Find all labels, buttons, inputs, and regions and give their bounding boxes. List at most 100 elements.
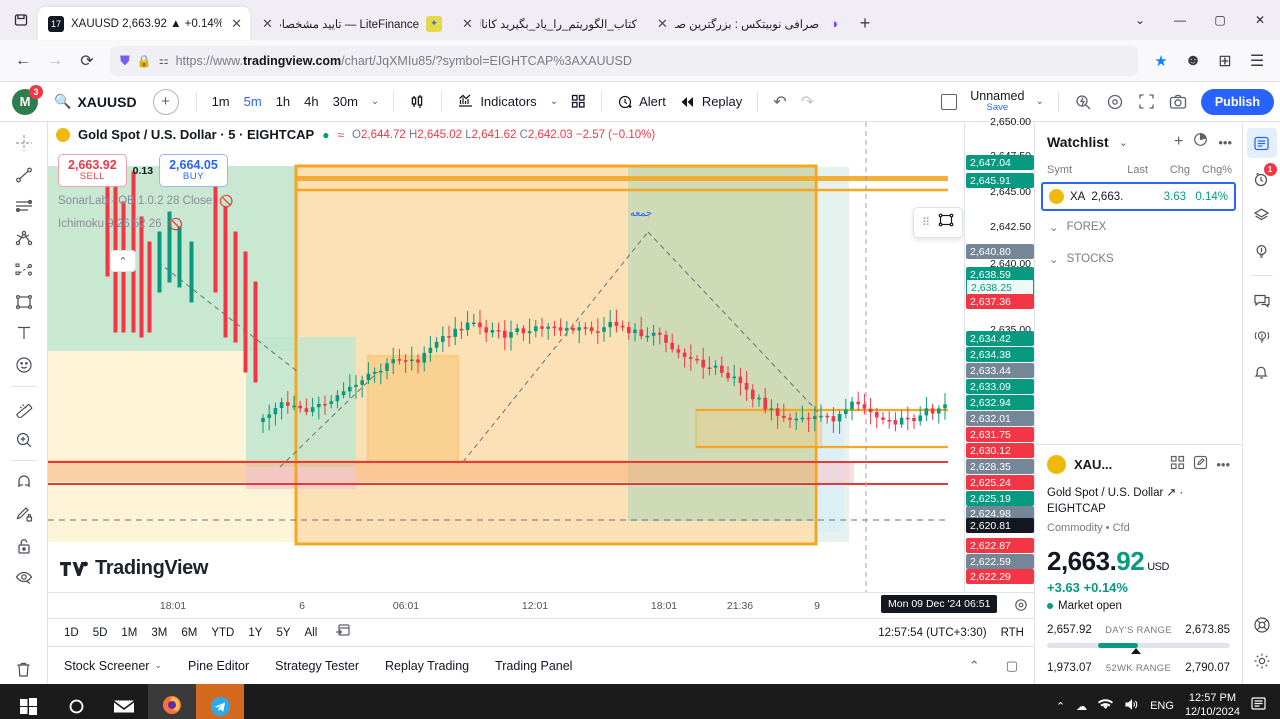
range-button-1d[interactable]: 1D xyxy=(58,624,85,642)
trend-line-icon[interactable] xyxy=(7,160,41,190)
horizontal-lines-icon[interactable] xyxy=(7,192,41,222)
publish-button[interactable]: Publish xyxy=(1200,88,1274,115)
chevron-down-icon[interactable]: ⌄ xyxy=(366,96,384,107)
replay-button[interactable]: Replay xyxy=(674,90,748,113)
watchlist-row-xauusd[interactable]: XA 2,663. 3.63 0.14% xyxy=(1041,182,1236,211)
cross-cursor-icon[interactable] xyxy=(7,128,41,158)
notifications-bell-icon[interactable] xyxy=(1247,357,1277,387)
layers-icon[interactable] xyxy=(1247,200,1277,230)
details-more-icon[interactable]: ••• xyxy=(1216,457,1230,472)
volume-icon[interactable] xyxy=(1124,698,1139,714)
gann-fan-icon[interactable] xyxy=(7,255,41,285)
range-button-5y[interactable]: 5Y xyxy=(270,624,296,642)
timeframe-1m[interactable]: 1m xyxy=(206,90,236,113)
shield-icon[interactable]: ⛊ xyxy=(120,53,130,69)
maximize-panel-icon[interactable]: ▢ xyxy=(1006,658,1018,674)
details-grid-icon[interactable] xyxy=(1170,455,1185,475)
expand-panel-icon[interactable]: ⌃ xyxy=(969,658,980,674)
account-icon[interactable]: ☻ xyxy=(1178,46,1208,76)
lock-icon[interactable]: 🔒 xyxy=(137,54,152,68)
onedrive-icon[interactable]: ☁ xyxy=(1076,700,1087,713)
time-scale-settings-icon[interactable] xyxy=(1014,598,1028,617)
fullscreen-icon[interactable] xyxy=(1132,89,1161,114)
drawing-float-toolbar[interactable]: ⠿ xyxy=(913,207,964,238)
session-label[interactable]: RTH xyxy=(1001,627,1024,639)
quick-search-icon[interactable] xyxy=(1068,89,1098,115)
tab-list-button[interactable] xyxy=(4,3,38,37)
range-button-all[interactable]: All xyxy=(299,624,324,642)
snapshot-camera-icon[interactable] xyxy=(1163,90,1193,114)
chart-canvas[interactable]: Gold Spot / U.S. Dollar · 5 · EIGHTCAP ●… xyxy=(48,122,964,592)
collapse-legend-button[interactable]: ⌃ xyxy=(110,250,136,272)
undo-button[interactable]: ↶ xyxy=(767,88,792,116)
symbol-search-button[interactable]: 🔍 XAUUSD xyxy=(48,93,143,110)
close-icon[interactable]: ✕ xyxy=(655,16,668,32)
layout-name[interactable]: Unnamed Save xyxy=(966,89,1028,113)
minimize-button[interactable]: — xyxy=(1160,0,1200,40)
column-last[interactable]: Last xyxy=(1106,164,1148,176)
rectangle-icon[interactable] xyxy=(938,213,954,232)
column-symbol[interactable]: Symt xyxy=(1047,164,1106,176)
timeframe-1h[interactable]: 1h xyxy=(270,90,296,113)
maximize-button[interactable]: ▢ xyxy=(1200,0,1240,40)
layout-save-link[interactable]: Save xyxy=(987,103,1009,113)
language-indicator[interactable]: ENG xyxy=(1150,700,1174,712)
browser-tab-1[interactable]: ✦ LiteFinance — تایید مشخصات ✕ xyxy=(250,7,450,40)
close-icon[interactable]: ✕ xyxy=(229,16,242,32)
emoji-icon[interactable] xyxy=(7,350,41,380)
layouts-grid-icon[interactable] xyxy=(565,90,592,113)
add-symbol-button[interactable]: + xyxy=(152,88,179,115)
pencil-lock-icon[interactable] xyxy=(7,499,41,529)
bottom-tab-strategy-tester[interactable]: Strategy Tester xyxy=(275,659,359,673)
price-scale[interactable]: 2,650.002,647.502,647.042,645.912,645.00… xyxy=(964,116,1034,592)
watchlist-group-stocks[interactable]: ⌄ STOCKS xyxy=(1035,243,1242,275)
chevron-down-icon[interactable]: ⌄ xyxy=(545,96,563,107)
trash-icon[interactable] xyxy=(7,654,41,684)
ideas-bulb-icon[interactable] xyxy=(1247,236,1277,266)
mail-icon[interactable] xyxy=(100,684,148,719)
add-symbol-icon[interactable]: + xyxy=(1174,133,1183,151)
chevron-down-icon[interactable]: ⌄ xyxy=(1119,136,1128,149)
window-close-button[interactable]: ✕ xyxy=(1240,0,1280,40)
sell-button[interactable]: 2,663.92 SELL xyxy=(58,154,127,188)
close-icon[interactable]: ✕ xyxy=(260,16,273,32)
back-icon[interactable]: ← xyxy=(8,46,38,76)
browser-tab-0[interactable]: 17 XAUUSD 2,663.92 ▲ +0.14% Un ✕ xyxy=(38,7,250,40)
indicator-legend-ichimoku[interactable]: Ichimoku 9 26 52 26 🚫 xyxy=(58,217,183,231)
eye-hide-icon[interactable]: 🚫 xyxy=(219,194,233,208)
chevron-down-icon[interactable]: ⌄ xyxy=(154,660,162,671)
indicators-button[interactable]: Indicators xyxy=(451,89,542,114)
wifi-icon[interactable] xyxy=(1098,698,1114,714)
close-icon[interactable]: ✕ xyxy=(460,16,473,32)
bottom-tab-replay-trading[interactable]: Replay Trading xyxy=(385,659,469,673)
avatar[interactable]: M 3 xyxy=(12,84,43,115)
tray-expand-icon[interactable]: ⌃ xyxy=(1056,700,1065,713)
range-button-1m[interactable]: 1M xyxy=(115,624,143,642)
lock-icon[interactable] xyxy=(7,531,41,561)
tab-overflow-chevron-icon[interactable]: ⌄ xyxy=(1120,0,1160,40)
indicator-legend-sonarlab[interactable]: SonarLab - OB 1.0.2 28 Close 🚫 xyxy=(58,194,233,208)
bottom-tab-trading-panel[interactable]: Trading Panel xyxy=(495,659,572,673)
stream-bulb-icon[interactable] xyxy=(1247,321,1277,351)
zoom-in-icon[interactable] xyxy=(7,425,41,455)
range-button-3m[interactable]: 3M xyxy=(145,624,173,642)
forward-icon[interactable]: → xyxy=(40,46,70,76)
goto-date-icon[interactable] xyxy=(335,622,351,643)
watchlist-panel-icon[interactable] xyxy=(1246,128,1277,158)
details-edit-icon[interactable] xyxy=(1193,455,1208,475)
range-button-5d[interactable]: 5D xyxy=(87,624,114,642)
firefox-icon[interactable] xyxy=(148,684,196,719)
magnet-icon[interactable] xyxy=(7,467,41,497)
text-icon[interactable] xyxy=(7,319,41,349)
browser-tab-2[interactable]: کتاب_الگوریتم_را_یاد_بگیرید کانال_تلگ ✕ xyxy=(450,7,645,40)
start-icon[interactable] xyxy=(4,684,52,719)
support-icon[interactable] xyxy=(1247,610,1277,640)
eye-hide-icon[interactable] xyxy=(7,563,41,593)
timeframe-30m[interactable]: 30m xyxy=(327,90,364,113)
measure-ruler-icon[interactable] xyxy=(7,393,41,423)
range-button-ytd[interactable]: YTD xyxy=(205,624,240,642)
alert-button[interactable]: Alert xyxy=(611,90,672,114)
chart-settings-icon[interactable] xyxy=(1100,89,1130,115)
browser-tab-3[interactable]: ◑ صرافی نوبیتکس : بزرگترین صراف ✕ xyxy=(645,7,850,40)
eye-hide-icon[interactable]: 🚫 xyxy=(169,217,183,231)
